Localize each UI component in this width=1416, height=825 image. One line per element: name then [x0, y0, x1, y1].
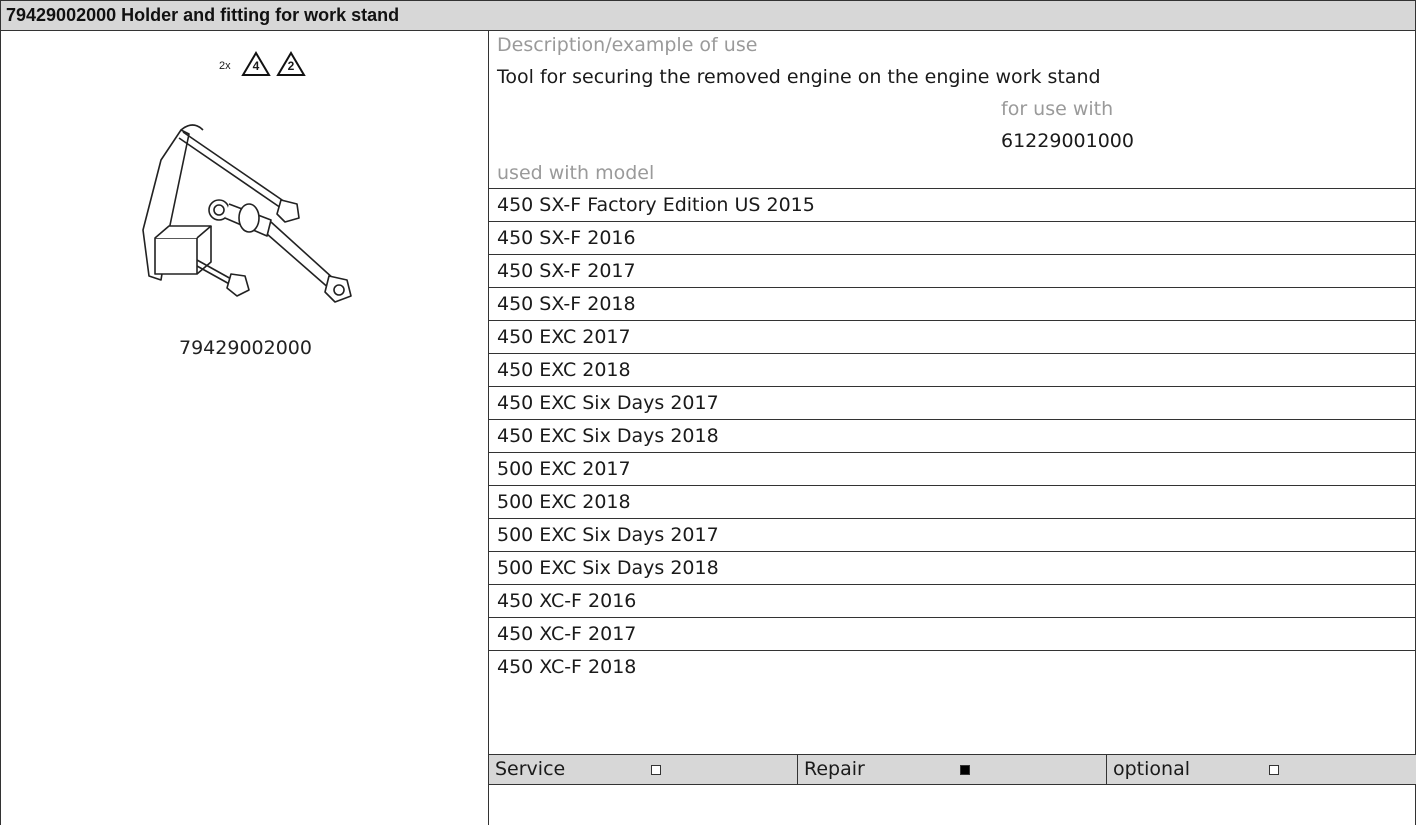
list-item: 450 SX-F 2017	[489, 254, 1416, 287]
warning-label-1: 4	[252, 59, 260, 73]
list-item: 450 XC-F 2016	[489, 584, 1416, 617]
repair-label: Repair	[804, 758, 865, 780]
list-item: 450 EXC 2017	[489, 320, 1416, 353]
page-title: 79429002000 Holder and fitting for work …	[0, 0, 1416, 31]
repair-cell: Repair	[798, 755, 1107, 784]
optional-label: optional	[1113, 758, 1191, 780]
holder-bolt-illustration	[142, 124, 352, 303]
description-text: Tool for securing the removed engine on …	[497, 66, 1101, 88]
list-item: 450 EXC Six Days 2018	[489, 419, 1416, 452]
list-item: 500 EXC 2018	[489, 485, 1416, 518]
list-item: 450 SX-F 2018	[489, 287, 1416, 320]
warning-label-2: 2	[287, 59, 295, 73]
warning-symbols: 2x 4 2	[219, 51, 339, 77]
tool-sheet: 79429002000 Holder and fitting for work …	[0, 0, 1416, 825]
service-checkbox[interactable]	[651, 765, 661, 775]
use-with-label: for use with	[1001, 98, 1114, 120]
description-label: Description/example of use	[497, 34, 758, 56]
service-label: Service	[495, 758, 566, 780]
list-item: 450 XC-F 2018	[489, 650, 1416, 683]
optional-checkbox[interactable]	[1269, 765, 1279, 775]
list-item: 450 XC-F 2017	[489, 617, 1416, 650]
usage-category-row: Service Repair optional	[489, 754, 1416, 785]
warning-triangle-icon: 2	[276, 51, 306, 77]
list-item: 450 SX-F Factory Edition US 2015	[489, 188, 1416, 221]
list-item: 500 EXC Six Days 2017	[489, 518, 1416, 551]
models-label: used with model	[497, 162, 655, 184]
list-item: 450 EXC 2018	[489, 353, 1416, 386]
tool-image-panel: 2x 4 2 79429002000	[0, 30, 489, 825]
list-item: 450 SX-F 2016	[489, 221, 1416, 254]
part-number-caption: 79429002000	[179, 337, 312, 359]
warning-count: 2x	[219, 60, 231, 72]
list-item: 450 EXC Six Days 2017	[489, 386, 1416, 419]
warning-triangle-icon: 4	[241, 51, 271, 77]
list-item: 500 EXC Six Days 2018	[489, 551, 1416, 584]
repair-checkbox[interactable]	[960, 765, 970, 775]
optional-cell: optional	[1107, 755, 1416, 784]
tool-info-panel: Description/example of use Tool for secu…	[489, 30, 1416, 825]
service-cell: Service	[489, 755, 798, 784]
list-item: 500 EXC 2017	[489, 452, 1416, 485]
use-with-value: 61229001000	[1001, 130, 1134, 152]
